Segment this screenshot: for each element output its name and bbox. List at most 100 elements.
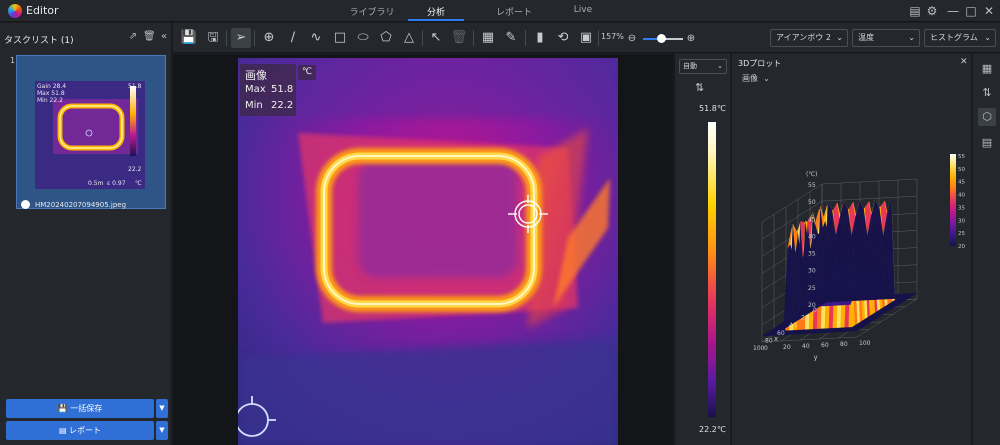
chevron-down-icon: ⌄ [717, 62, 723, 70]
colorbar-tick-label: 30 [958, 218, 965, 224]
edit-icon[interactable]: ✎ [501, 28, 521, 48]
image-info-title: 画像 [245, 69, 267, 82]
y-tick-label: 100 [859, 340, 871, 347]
delete-icon[interactable]: 🗑 [449, 28, 469, 48]
toolbar-divider [598, 30, 599, 46]
colorbar-tick-label: 55 [958, 154, 965, 160]
scale-max: 51.8℃ [699, 104, 726, 113]
thumb-gain: Gain 28.4 [37, 83, 67, 90]
task-list-title: タスクリスト (1) [4, 36, 74, 46]
y-tick-label: 60 [821, 342, 829, 349]
task-index: 1 [10, 56, 16, 65]
measure-select[interactable]: 温度 ⌄ [852, 29, 920, 47]
gear-icon[interactable]: ⚙ [925, 4, 939, 18]
task-thumbnail-card[interactable]: Gain 28.4 Max 51.8 Min 22.2 51.8 22.2 0.… [16, 55, 166, 209]
scale-mode-select[interactable]: 自動 ⌄ [679, 59, 727, 74]
temperature-scale-panel: 自動 ⌄ ⇅ 51.8℃ 22.2℃ [674, 54, 730, 445]
maximize-icon[interactable]: □ [964, 4, 978, 18]
rectangle-icon[interactable]: □ [330, 28, 350, 48]
tab-library[interactable]: ライブラリ [342, 5, 402, 18]
polygon-icon[interactable]: ⬠ [376, 28, 396, 48]
scale-mode-value: 自動 [683, 62, 697, 70]
fit-icon[interactable]: ▣ [576, 28, 596, 48]
colorbar-tick-label: 20 [958, 244, 965, 250]
tab-report[interactable]: レポート [484, 5, 544, 18]
image-stats-box: 画像 Max 51.8 Min 22.2 [240, 64, 296, 116]
3d-icon[interactable]: ⬡ [978, 108, 996, 126]
z-tick-label: 40 [808, 233, 816, 240]
thumb-emissivity: ε 0.97 [107, 180, 126, 187]
toolbar-divider [473, 30, 474, 46]
colorbar-tick-label: 50 [958, 167, 965, 173]
close-icon[interactable]: ✕ [982, 4, 996, 18]
thumb-unit: ℃ [135, 180, 142, 187]
chevron-down-icon: ⌄ [908, 33, 915, 42]
plot3d-panel: 3Dプロット ✕ 画像 ⌄ 55 50 45 40 35 30 25 20 (℃) 0 20 40 60… [731, 54, 971, 445]
tab-analysis[interactable]: 分析 [406, 5, 466, 18]
report-label: レポート [69, 426, 102, 435]
image-icon[interactable]: ▦ [478, 28, 498, 48]
rotate-icon[interactable]: ⟲ [553, 28, 573, 48]
adjust-icon[interactable]: ⇅ [978, 84, 996, 102]
x-tick-label: 60 [777, 330, 785, 337]
y-tick-label: 20 [783, 344, 791, 351]
export-icon[interactable]: ⇗ [127, 31, 139, 43]
x-tick-label: 20 [801, 315, 809, 322]
temperature-colorbar[interactable] [708, 122, 716, 417]
palette-select[interactable]: アイアンボウ 2 ⌄ [770, 29, 848, 47]
tab-live[interactable]: Live [553, 5, 613, 15]
plot3d-colorbar [950, 154, 956, 246]
zoom-slider-knob[interactable] [657, 34, 666, 43]
task-thumbnail-image: Gain 28.4 Max 51.8 Min 22.2 51.8 22.2 0.… [35, 81, 145, 189]
analysis-toolbar: 💾 🖫 ➢ ⊕ ∕ ∿ □ ⬭ ⬠ △ ↖ 🗑 ▦ ✎ ▮ ⟲ ▣ 157% ⊖… [173, 23, 1000, 53]
z-tick-label: 30 [808, 268, 816, 275]
pointer-icon[interactable]: ➢ [231, 28, 251, 48]
zoom-in-icon[interactable]: ⊕ [681, 29, 701, 49]
close-icon[interactable]: ✕ [960, 57, 968, 67]
palette-value: アイアンボウ 2 [776, 33, 831, 42]
save-icon[interactable]: 💾 [179, 28, 199, 48]
minimize-icon[interactable]: — [946, 4, 960, 18]
active-tab-indicator [408, 19, 464, 21]
select-icon[interactable]: ↖ [426, 28, 446, 48]
x-tick-label: 80 [765, 337, 773, 344]
chevron-down-icon: ⌄ [984, 33, 991, 42]
colorbar-tick-label: 25 [958, 231, 965, 237]
histogram-icon[interactable]: ▮ [530, 28, 550, 48]
trash-icon[interactable]: 🗑 [143, 31, 156, 43]
document-icon[interactable]: ▤ [908, 4, 922, 18]
image-max-label: Max [245, 84, 266, 95]
image-unit-label: ℃ [298, 65, 316, 80]
report-icon[interactable]: ▤ [978, 134, 996, 152]
adjust-icon[interactable]: ⇅ [695, 81, 704, 94]
collapse-icon[interactable]: « [158, 31, 170, 43]
line-icon[interactable]: ∕ [283, 28, 303, 48]
toolbar-divider [254, 30, 255, 46]
colorbar-tick-label: 35 [958, 205, 965, 211]
spot-icon[interactable]: ⊕ [259, 28, 279, 48]
plot3d-subject-label: 画像 [742, 74, 758, 83]
report-dropdown[interactable]: ▼ [156, 421, 168, 440]
report-button[interactable]: ▤ レポート [6, 421, 154, 440]
z-tick-label: 45 [808, 216, 816, 223]
ellipse-icon[interactable]: ⬭ [353, 28, 373, 48]
image-min-value: 22.2 [271, 100, 294, 111]
save-all-label: 一括保存 [70, 404, 103, 413]
thermal-image[interactable] [238, 58, 618, 445]
task-list-panel: タスクリスト (1) ⇗ 🗑 « 1 Gain 28.4 Max 51.8 Mi… [0, 23, 172, 445]
polyline-icon[interactable]: ∿ [306, 28, 326, 48]
grid-line [821, 195, 918, 202]
triangle-icon[interactable]: △ [399, 28, 419, 48]
save-all-dropdown[interactable]: ▼ [156, 399, 168, 418]
view-select[interactable]: ヒストグラム ⌄ [924, 29, 996, 47]
plot3d-chart[interactable]: 5550454035302520(℃)020406080100x0 20 40 60 8… [732, 134, 972, 394]
plot3d-subject[interactable]: 画像 ⌄ [742, 73, 770, 84]
app-logo-icon [8, 4, 22, 18]
save-all-button[interactable]: 💾 一括保存 [6, 399, 154, 418]
save-icon: 💾 [57, 404, 71, 413]
title-bar: Editor ライブラリ 分析 レポート Live ▤ ⚙ — □ ✕ [0, 0, 1000, 22]
task-select-radio[interactable] [21, 200, 30, 209]
image-panel-icon[interactable]: ▦ [978, 60, 996, 78]
zoom-out-icon[interactable]: ⊖ [622, 29, 642, 49]
save-as-icon[interactable]: 🖫 [203, 28, 223, 48]
